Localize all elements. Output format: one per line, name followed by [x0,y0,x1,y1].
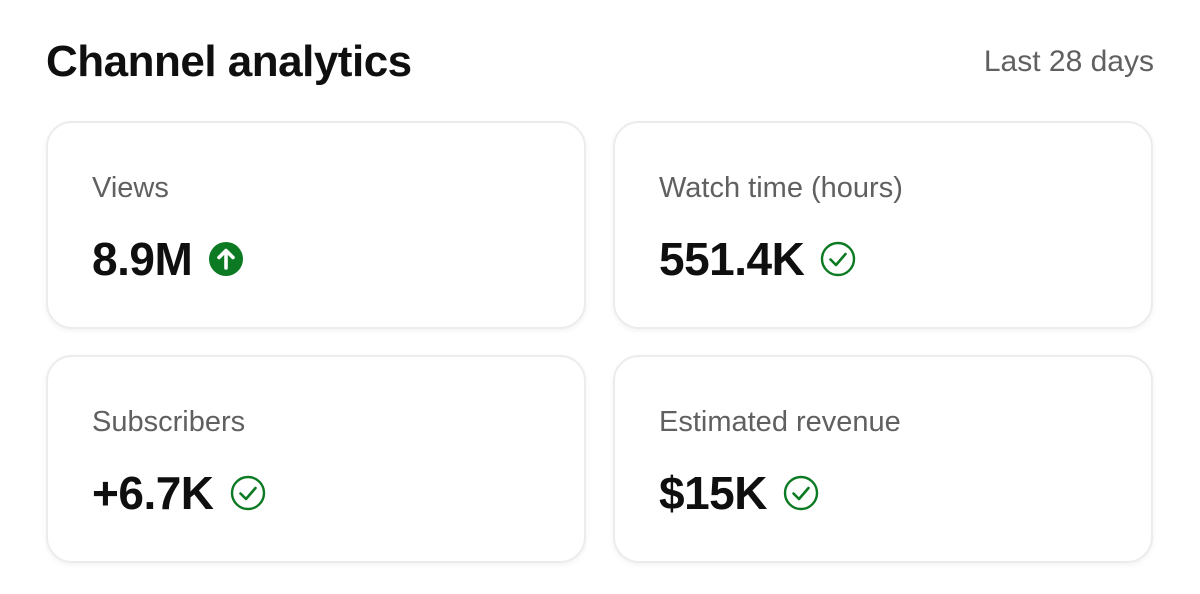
watch-time-label: Watch time (hours) [659,172,903,204]
subscribers-value: +6.7K [92,467,214,519]
analytics-header: Channel analytics Last 28 days [46,32,1154,92]
estimated-revenue-card[interactable]: Estimated revenue $15K [613,355,1153,563]
watch-time-value: 551.4K [659,233,805,285]
estimated-revenue-label: Estimated revenue [659,406,901,438]
channel-analytics-page: Channel analytics Last 28 days Views 8.9… [0,0,1200,594]
subscribers-value-row: +6.7K [92,465,266,521]
page-title: Channel analytics [46,37,412,86]
check-circle-icon [783,475,819,511]
subscribers-card[interactable]: Subscribers +6.7K [46,355,586,563]
estimated-revenue-value-row: $15K [659,465,819,521]
views-card[interactable]: Views 8.9M [46,121,586,329]
date-range-label[interactable]: Last 28 days [984,44,1154,80]
check-circle-icon [820,241,856,277]
check-circle-icon [230,475,266,511]
estimated-revenue-value: $15K [659,467,767,519]
views-value: 8.9M [92,233,193,285]
arrow-up-circle-icon [208,241,244,277]
watch-time-card[interactable]: Watch time (hours) 551.4K [613,121,1153,329]
views-value-row: 8.9M [92,231,244,287]
watch-time-value-row: 551.4K [659,231,856,287]
views-label: Views [92,172,169,204]
subscribers-label: Subscribers [92,406,246,438]
